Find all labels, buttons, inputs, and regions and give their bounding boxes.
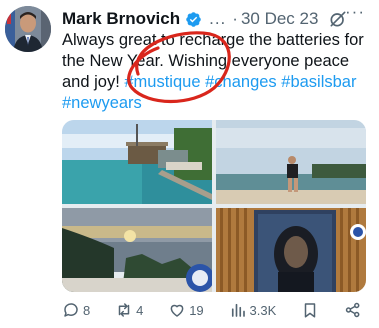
separator-dot: · [232,9,238,28]
hashtag-link[interactable]: #basilsbar [281,73,356,91]
repost-count: 4 [136,302,144,318]
photo-sunset[interactable] [62,208,212,292]
like-count: 19 [189,302,204,318]
photo-beach[interactable] [216,120,366,204]
views-count: 3.3K [249,302,277,318]
tweet-text: Always great to recharge the batteries f… [62,30,372,114]
reply-button[interactable]: 8 [62,301,90,319]
hashtag-link[interactable]: #mustique [124,73,200,91]
photo-dock[interactable] [62,120,212,204]
views-chart-icon [231,303,245,317]
hashtag-link[interactable]: #changes [205,73,277,91]
bookmark-button[interactable] [301,301,319,319]
repost-button[interactable]: 4 [115,301,143,319]
avatar[interactable] [5,6,51,52]
like-button[interactable]: 19 [168,301,204,319]
action-bar: 8 4 19 3.3K [62,300,362,320]
tweet-header: Mark Brnovich ... · 30 Dec 23 [62,8,374,30]
bookmark-icon [304,303,316,318]
tweet[interactable]: Mark Brnovich ... · 30 Dec 23 ··· Always… [0,0,379,328]
share-icon [345,302,360,318]
views-button[interactable]: 3.3K [229,301,277,319]
more-options-button[interactable]: ··· [345,2,365,22]
author-name[interactable]: Mark Brnovich [62,9,180,29]
header-truncation: ... [209,9,227,28]
reply-icon [64,303,78,317]
photo-poster[interactable] [216,208,366,292]
photo-grid [62,120,366,292]
verified-badge-icon [185,11,202,28]
share-button[interactable] [344,301,362,319]
hashtag-link[interactable]: #newyears [62,94,142,112]
repost-icon [118,303,130,317]
heart-icon [170,304,184,317]
tweet-date[interactable]: 30 Dec 23 [241,9,319,29]
reply-count: 8 [83,302,91,318]
